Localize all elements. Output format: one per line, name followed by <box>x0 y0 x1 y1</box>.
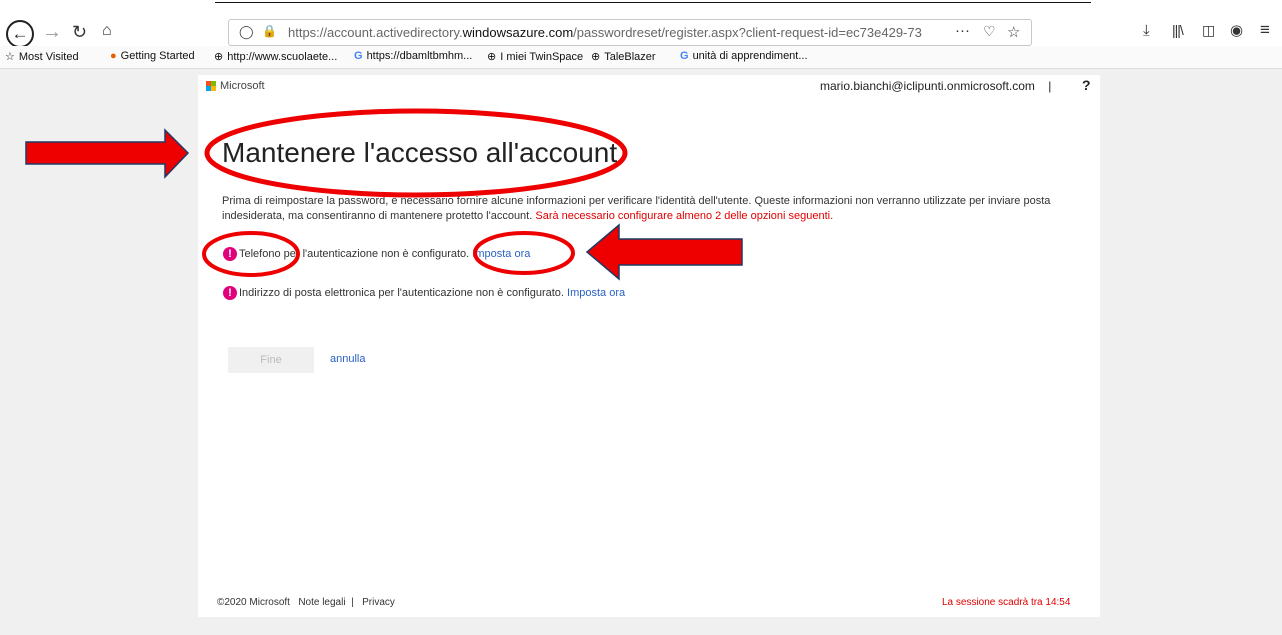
annotation-ellipse-phone <box>202 231 300 277</box>
annotation-arrow-title <box>25 128 190 179</box>
annotation-overlay <box>25 108 743 281</box>
annotation-ellipse-setup <box>473 231 575 275</box>
annotation-ellipse-title <box>204 108 628 198</box>
annotation-arrow-setup <box>585 223 743 281</box>
